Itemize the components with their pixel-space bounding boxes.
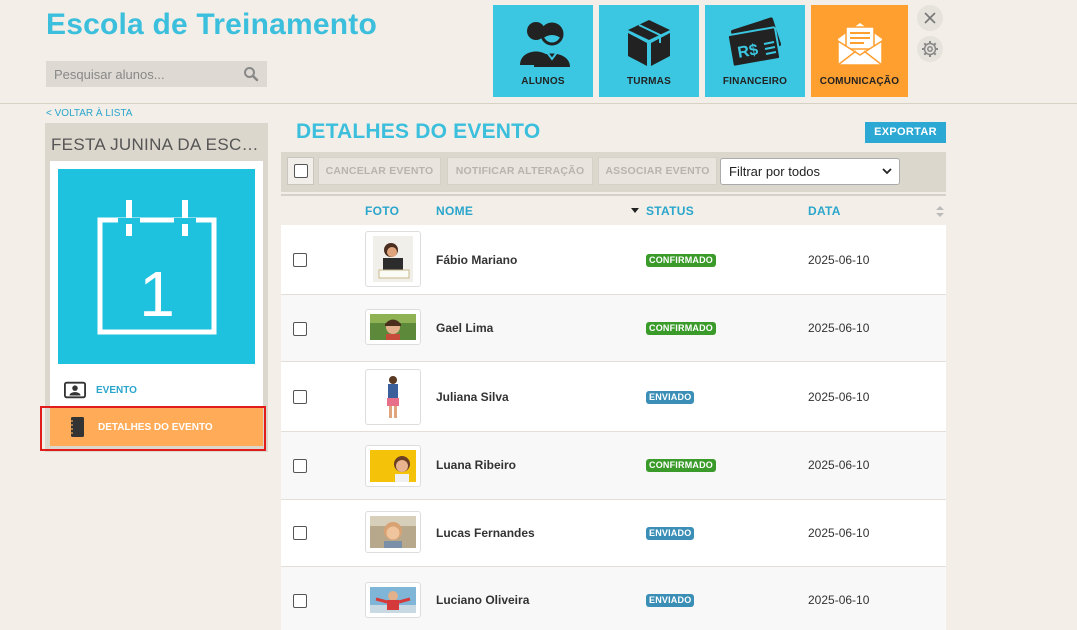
sort-icon[interactable]	[936, 206, 944, 217]
module-financeiro[interactable]: R$ FINANCEIRO	[705, 5, 805, 97]
app-title: Escola de Treinamento	[46, 8, 377, 41]
table-row: Gael Lima CONFIRMADO 2025-06-10	[281, 295, 946, 362]
status-badge: CONFIRMADO	[646, 459, 716, 472]
module-turmas[interactable]: TURMAS	[599, 5, 699, 97]
search-input[interactable]	[46, 61, 236, 87]
table-row: Lucas Fernandes ENVIADO 2025-06-10	[281, 500, 946, 567]
students-icon	[520, 22, 570, 67]
event-title: FESTA JUNINA DA ESC…	[51, 135, 259, 154]
student-photo	[365, 309, 421, 345]
student-name: Lucas Fernandes	[436, 526, 535, 540]
status-badge: ENVIADO	[646, 391, 695, 404]
status-badge: CONFIRMADO	[646, 322, 716, 335]
row-date: 2025-06-10	[808, 593, 870, 607]
row-checkbox[interactable]	[293, 526, 307, 540]
module-label: TURMAS	[627, 76, 671, 87]
calendar-icon: 1	[97, 199, 216, 334]
student-photo	[365, 445, 421, 487]
filter-select-value: Filtrar por todos	[729, 164, 821, 179]
close-icon	[924, 12, 936, 24]
column-foto: FOTO	[365, 204, 400, 218]
column-data[interactable]: DATA	[808, 204, 841, 218]
search-box	[46, 61, 267, 87]
page-title: DETALHES DO EVENTO	[296, 120, 541, 143]
settings-button[interactable]	[917, 36, 943, 62]
table-row: Luciano Oliveira ENVIADO 2025-06-10	[281, 567, 946, 630]
back-to-list-link[interactable]: < VOLTAR À LISTA	[46, 108, 132, 119]
svg-text:R$: R$	[736, 41, 759, 61]
row-checkbox[interactable]	[293, 459, 307, 473]
box-icon	[628, 20, 670, 66]
export-button[interactable]: EXPORTAR	[865, 122, 946, 143]
module-nav: ALUNOS TURMAS R$ FINANCEIRO COMUNICAÇÃO	[493, 5, 908, 97]
chevron-down-icon	[882, 168, 892, 175]
row-date: 2025-06-10	[808, 390, 870, 404]
envelope-icon	[836, 23, 883, 66]
table-row: Juliana Silva ENVIADO 2025-06-10	[281, 362, 946, 432]
action-toolbar: CANCELAR EVENTO NOTIFICAR ALTERAÇÃO ASSO…	[281, 152, 946, 192]
event-sidebar: FESTA JUNINA DA ESC… 1 EVENTO DETALHES D…	[45, 123, 268, 452]
status-badge: ENVIADO	[646, 594, 695, 607]
status-badge: CONFIRMADO	[646, 254, 716, 267]
calendar-day: 1	[139, 258, 175, 330]
header-divider	[0, 103, 1077, 104]
student-photo	[365, 231, 421, 287]
student-name: Juliana Silva	[436, 390, 509, 404]
id-card-icon	[64, 379, 86, 401]
row-date: 2025-06-10	[808, 458, 870, 472]
row-checkbox[interactable]	[293, 594, 307, 608]
sort-desc-icon[interactable]	[631, 208, 639, 214]
associate-event-button[interactable]: ASSOCIAR EVENTO	[598, 157, 717, 185]
filter-select[interactable]: Filtrar por todos	[720, 158, 900, 185]
table-row: Luana Ribeiro CONFIRMADO 2025-06-10	[281, 432, 946, 500]
table-header: FOTO NOME STATUS DATA	[281, 194, 946, 225]
money-icon: R$	[726, 17, 782, 68]
student-name: Luciano Oliveira	[436, 593, 530, 607]
column-status[interactable]: STATUS	[646, 204, 694, 218]
search-icon[interactable]	[243, 66, 259, 82]
event-image: 1	[58, 169, 255, 364]
notify-change-button[interactable]: NOTIFICAR ALTERAÇÃO	[447, 157, 593, 185]
status-badge: ENVIADO	[646, 527, 695, 540]
select-all-checkbox[interactable]	[287, 157, 314, 185]
module-alunos[interactable]: ALUNOS	[493, 5, 593, 97]
row-date: 2025-06-10	[808, 321, 870, 335]
student-photo	[365, 582, 421, 618]
nav-item-evento[interactable]: EVENTO	[50, 371, 263, 409]
student-name: Luana Ribeiro	[436, 458, 517, 472]
gear-icon	[922, 41, 938, 57]
table-row: Fábio Mariano CONFIRMADO 2025-06-10	[281, 225, 946, 295]
module-label: FINANCEIRO	[722, 76, 788, 87]
cancel-event-button[interactable]: CANCELAR EVENTO	[318, 157, 441, 185]
nav-item-label: EVENTO	[96, 384, 137, 396]
student-photo	[365, 369, 421, 425]
student-name: Gael Lima	[436, 321, 494, 335]
row-checkbox[interactable]	[293, 322, 307, 336]
student-photo	[365, 511, 421, 553]
module-label: ALUNOS	[521, 76, 565, 87]
column-nome[interactable]: NOME	[436, 204, 473, 218]
row-date: 2025-06-10	[808, 526, 870, 540]
row-checkbox[interactable]	[293, 253, 307, 267]
student-name: Fábio Mariano	[436, 253, 518, 267]
module-comunicacao[interactable]: COMUNICAÇÃO	[811, 5, 908, 97]
event-panel: 1	[50, 161, 263, 406]
module-label: COMUNICAÇÃO	[819, 76, 900, 87]
close-button[interactable]	[917, 5, 943, 31]
row-checkbox[interactable]	[293, 390, 307, 404]
row-date: 2025-06-10	[808, 253, 870, 267]
selection-highlight	[40, 406, 266, 451]
